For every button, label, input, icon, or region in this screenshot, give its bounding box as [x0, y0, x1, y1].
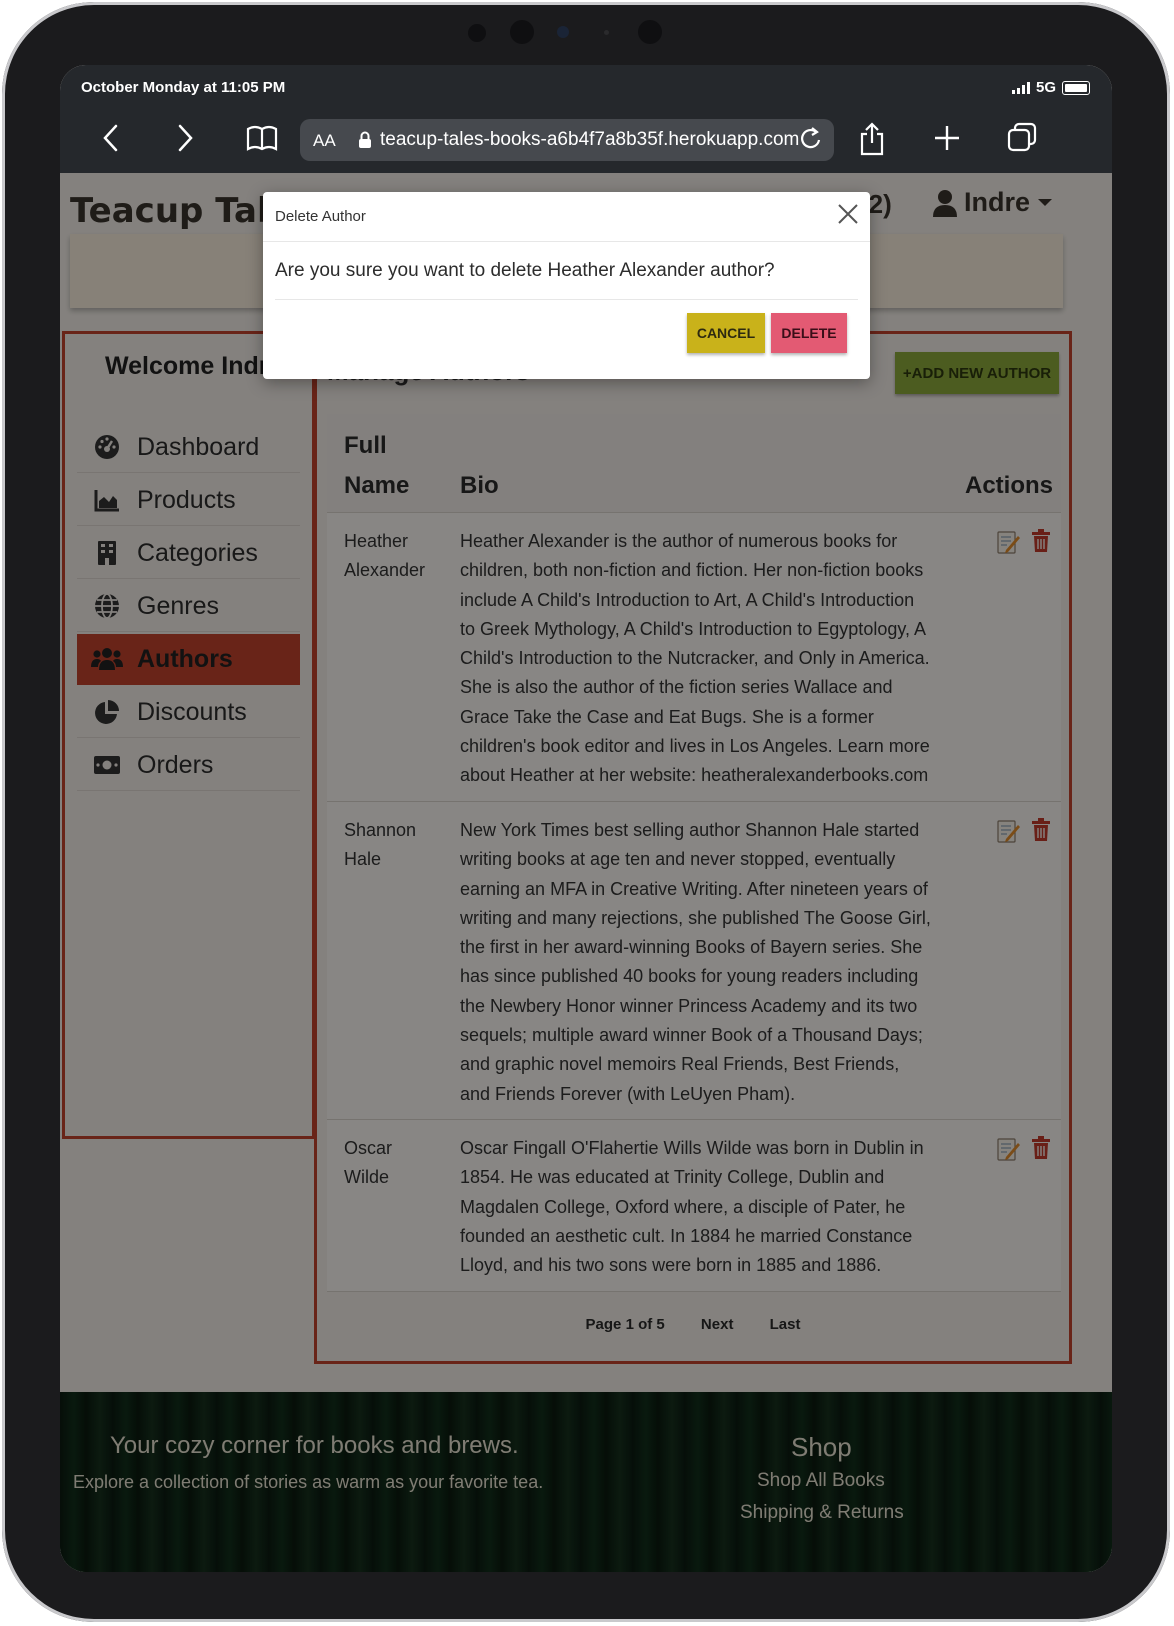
divider — [263, 241, 870, 242]
back-icon[interactable] — [100, 121, 122, 164]
address-bar[interactable]: AA teacup-tales-books-a6b4f7a8b35f.herok… — [300, 119, 834, 161]
reload-icon[interactable] — [798, 123, 824, 160]
close-icon[interactable] — [836, 202, 860, 226]
cancel-button[interactable]: CANCEL — [687, 313, 765, 353]
browser-toolbar: AA teacup-tales-books-a6b4f7a8b35f.herok… — [60, 109, 1112, 173]
delete-button[interactable]: DELETE — [771, 313, 847, 353]
status-indicators: 5G — [1011, 79, 1090, 96]
modal-message: Are you sure you want to delete Heather … — [275, 260, 775, 281]
modal-backdrop[interactable] — [60, 173, 1112, 1572]
new-tab-icon[interactable] — [932, 121, 962, 164]
status-bar: October Monday at 11:05 PM 5G — [60, 65, 1112, 109]
divider — [275, 299, 858, 300]
sensor — [468, 24, 486, 42]
bookmarks-icon[interactable] — [245, 121, 279, 164]
signal-icon — [1011, 81, 1030, 94]
modal-title: Delete Author — [275, 208, 366, 225]
status-time: October Monday at 11:05 PM — [81, 79, 286, 96]
sensor — [604, 30, 609, 35]
network-label: 5G — [1035, 79, 1056, 96]
delete-author-modal: Delete Author Are you sure you want to d… — [263, 192, 870, 379]
forward-icon[interactable] — [174, 121, 196, 164]
screen: October Monday at 11:05 PM 5G AA teacup-… — [60, 65, 1112, 1572]
share-icon[interactable] — [858, 121, 886, 166]
text-size-button[interactable]: AA — [313, 131, 336, 151]
ipad-frame: October Monday at 11:05 PM 5G AA teacup-… — [2, 2, 1170, 1622]
url-text: teacup-tales-books-a6b4f7a8b35f.herokuap… — [380, 129, 800, 150]
sensor — [510, 20, 534, 44]
tabs-icon[interactable] — [1006, 121, 1038, 164]
battery-icon — [1062, 80, 1090, 95]
sensor — [638, 20, 662, 44]
front-camera — [557, 26, 569, 38]
lock-icon — [358, 131, 372, 154]
